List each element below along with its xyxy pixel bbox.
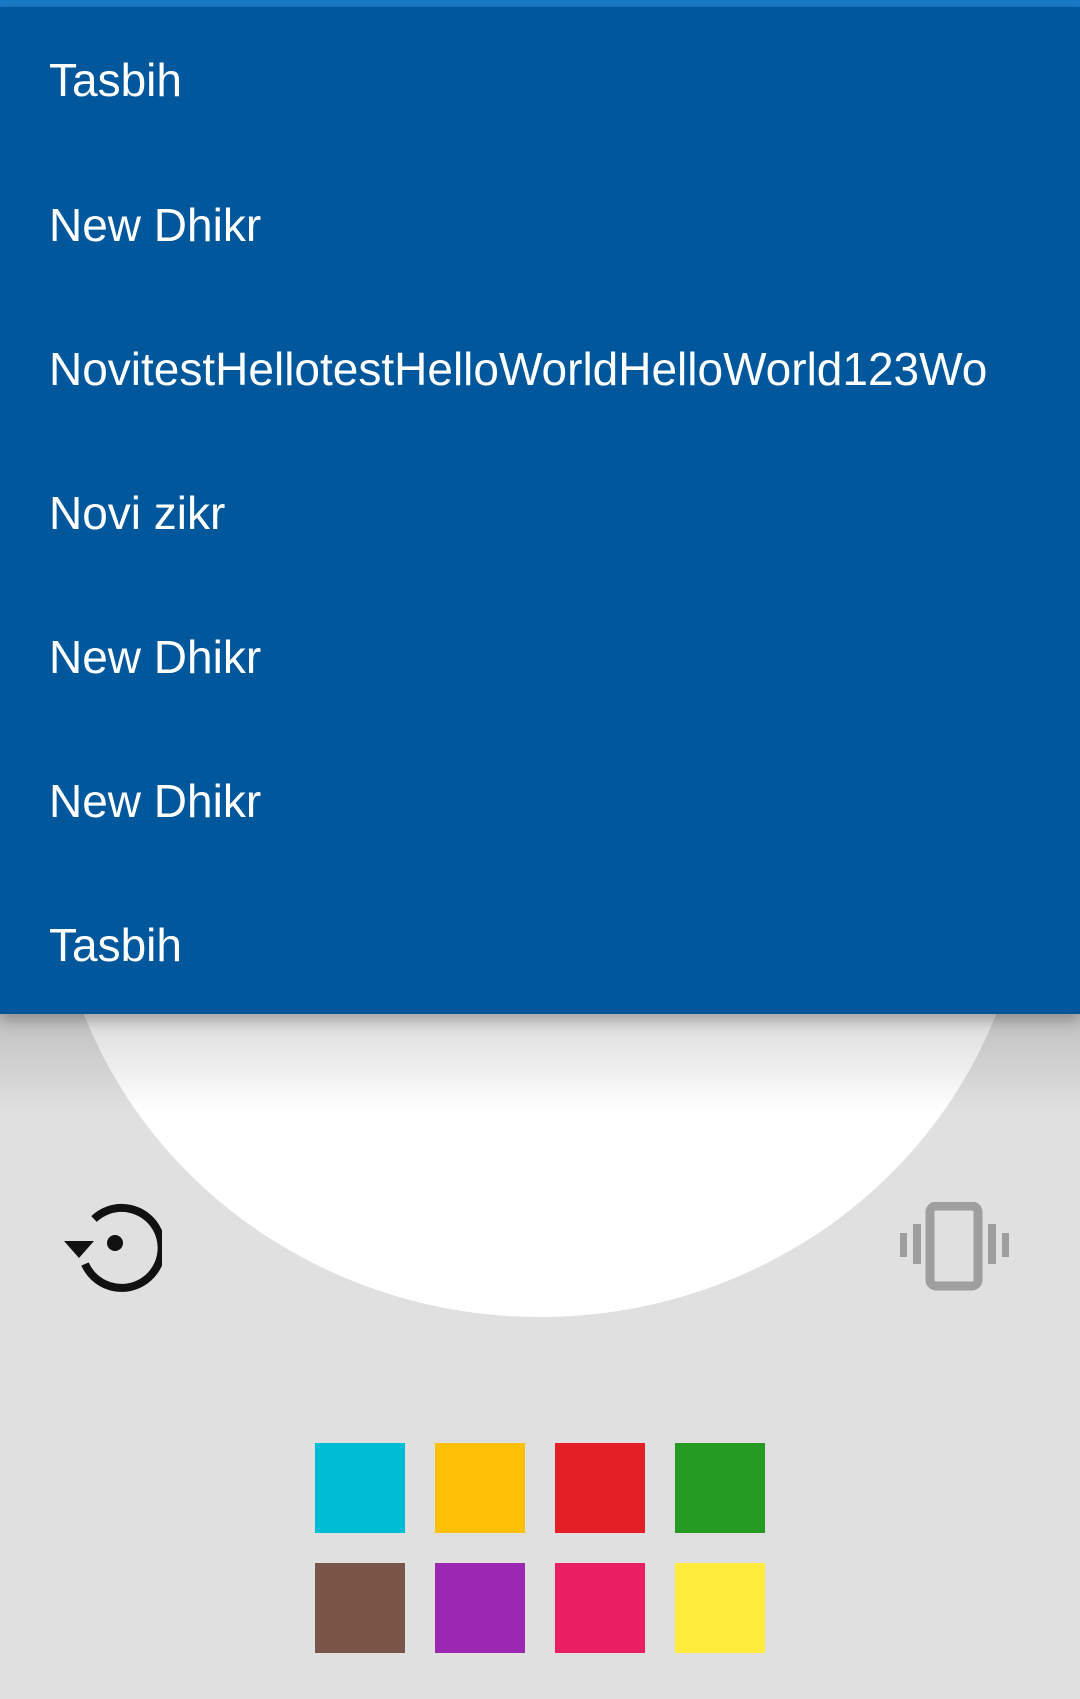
color-swatch-brown[interactable] <box>315 1563 405 1653</box>
dhikr-dropdown-list: Tasbih New Dhikr NovitestHellotestHelloW… <box>0 7 1080 1014</box>
vibration-toggle-button[interactable] <box>900 1201 1012 1292</box>
tasbih-screen: Tasbih New Dhikr NovitestHellotestHelloW… <box>0 0 1080 1699</box>
color-swatch-green[interactable] <box>675 1443 765 1533</box>
dropdown-item-7[interactable]: Tasbih <box>0 873 1080 1017</box>
dropdown-item-5[interactable]: New Dhikr <box>0 585 1080 729</box>
dropdown-item-3[interactable]: NovitestHellotestHelloWorldHelloWorld123… <box>0 297 1080 441</box>
color-swatch-yellow[interactable] <box>675 1563 765 1653</box>
dropdown-item-4[interactable]: Novi zikr <box>0 441 1080 585</box>
reset-counter-icon <box>64 1203 166 1292</box>
color-swatch-red[interactable] <box>555 1443 645 1533</box>
color-swatch-pink[interactable] <box>555 1563 645 1653</box>
color-swatch-cyan[interactable] <box>315 1443 405 1533</box>
reset-counter-button[interactable] <box>58 1196 166 1300</box>
app-bar-edge <box>0 0 1080 7</box>
vibration-icon <box>900 1201 1009 1291</box>
dropdown-item-1[interactable]: Tasbih <box>0 7 1080 153</box>
color-palette <box>315 1443 765 1653</box>
color-swatch-amber[interactable] <box>435 1443 525 1533</box>
dropdown-item-2[interactable]: New Dhikr <box>0 153 1080 297</box>
color-swatch-purple[interactable] <box>435 1563 525 1653</box>
dropdown-item-6[interactable]: New Dhikr <box>0 729 1080 873</box>
